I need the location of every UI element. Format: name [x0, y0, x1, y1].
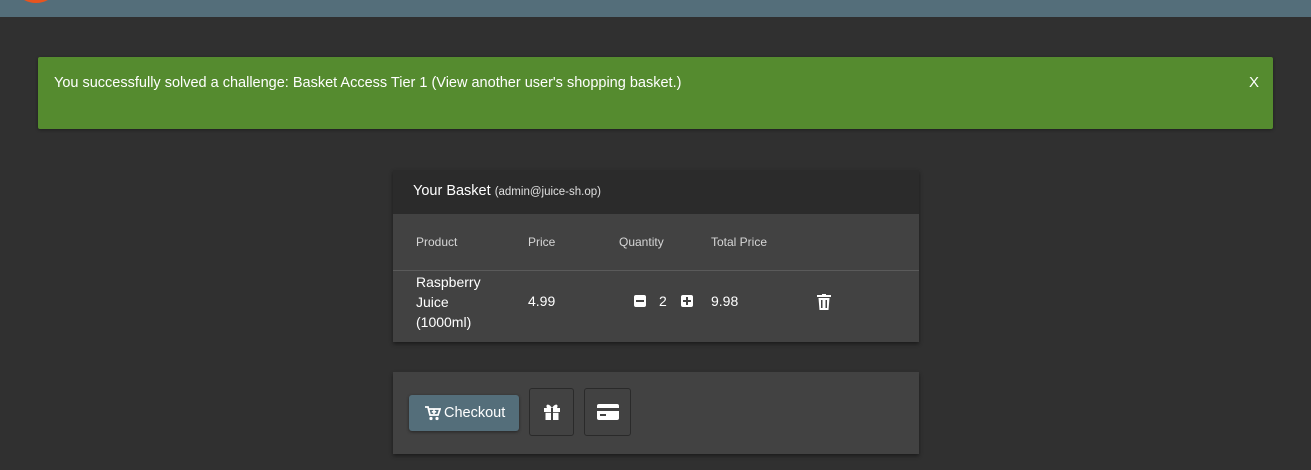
column-header-quantity: Quantity [619, 235, 664, 249]
decrease-quantity-icon[interactable] [634, 295, 646, 307]
checkout-button[interactable]: Checkout [409, 395, 519, 431]
total-price: 9.98 [711, 293, 739, 309]
column-header-total-price: Total Price [711, 235, 768, 249]
column-header-price: Price [528, 235, 556, 249]
cart-icon [425, 406, 441, 421]
basket-title-text: Your Basket [413, 183, 491, 199]
quantity-value: 2 [659, 293, 667, 309]
trash-icon[interactable] [817, 294, 831, 310]
checkout-label: Checkout [444, 405, 506, 421]
basket-title: Your Basket (admin@juice-sh.op) [413, 183, 601, 199]
notification-message: You successfully solved a challenge: Bas… [54, 75, 682, 91]
product-price: 4.99 [528, 293, 556, 309]
gift-button[interactable] [529, 388, 574, 436]
credit-card-icon [596, 404, 619, 420]
table-divider [393, 270, 919, 271]
payment-method-button[interactable] [584, 388, 631, 436]
top-toolbar [0, 0, 1311, 17]
basket-header: Your Basket (admin@juice-sh.op) [393, 170, 919, 214]
gift-icon [543, 404, 560, 420]
notification-close-button[interactable]: X [1249, 74, 1259, 91]
challenge-solved-notification: You successfully solved a challenge: Bas… [38, 57, 1273, 129]
increase-quantity-icon[interactable] [681, 295, 693, 307]
basket-user-email: (admin@juice-sh.op) [494, 186, 601, 198]
app-logo-icon[interactable] [14, 0, 58, 4]
product-name: Raspberry Juice (1000ml) [416, 274, 481, 330]
basket-card: Your Basket (admin@juice-sh.op) Product … [393, 170, 919, 342]
column-header-product: Product [416, 235, 458, 249]
basket-actions-card: Checkout [393, 372, 919, 454]
